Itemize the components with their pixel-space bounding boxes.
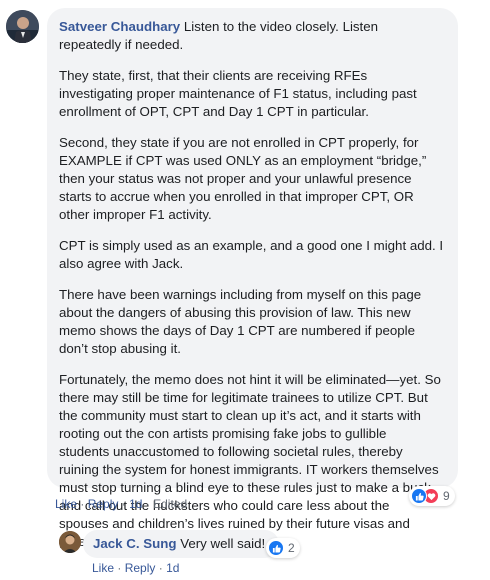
- comment-timestamp[interactable]: 1d: [129, 497, 142, 511]
- avatar-jack[interactable]: [59, 531, 81, 553]
- reply-bubble: Jack C. Sung Very well said!: [83, 530, 279, 558]
- comment-like-link[interactable]: Like: [55, 497, 77, 511]
- reply-reactions[interactable]: 2: [266, 538, 300, 558]
- comment-actions: Like · Reply · 1d · Edited: [55, 497, 188, 511]
- comment-reply-link[interactable]: Reply: [88, 497, 119, 511]
- comment-paragraph-1: Satveer Chaudhary Listen to the video cl…: [59, 18, 448, 54]
- comment-paragraph-6: Fortunately, the memo does not hint it w…: [59, 372, 441, 549]
- comment-paragraph-2: They state, first, that their clients ar…: [59, 68, 417, 119]
- comment-paragraph-3: Second, they state if you are not enroll…: [59, 135, 427, 222]
- comment-author-link[interactable]: Satveer Chaudhary: [59, 19, 180, 34]
- comment-bubble: Satveer Chaudhary Listen to the video cl…: [47, 8, 458, 549]
- thumbs-up-icon: [268, 540, 284, 556]
- reply-reaction-count: 2: [288, 541, 295, 555]
- avatar-image: [59, 531, 81, 553]
- comment-paragraph-5: There have been warnings including from …: [59, 287, 422, 356]
- comment-reactions[interactable]: 9: [409, 486, 455, 506]
- avatar-image: [6, 10, 39, 43]
- reply-timestamp[interactable]: 1d: [166, 561, 179, 575]
- avatar-satveer[interactable]: [6, 10, 39, 43]
- comment-paragraph-4: CPT is simply used as an example, and a …: [59, 238, 444, 271]
- reply-text: Very well said!: [176, 536, 266, 551]
- reply-reply-link[interactable]: Reply: [125, 561, 156, 575]
- thumbs-up-icon: [411, 488, 427, 504]
- reply-like-link[interactable]: Like: [92, 561, 114, 575]
- reply-author-link[interactable]: Jack C. Sung: [93, 536, 177, 551]
- comment-edited-label[interactable]: Edited: [153, 497, 187, 511]
- comment-reaction-count: 9: [443, 489, 450, 503]
- reply-actions: Like · Reply · 1d: [92, 561, 180, 575]
